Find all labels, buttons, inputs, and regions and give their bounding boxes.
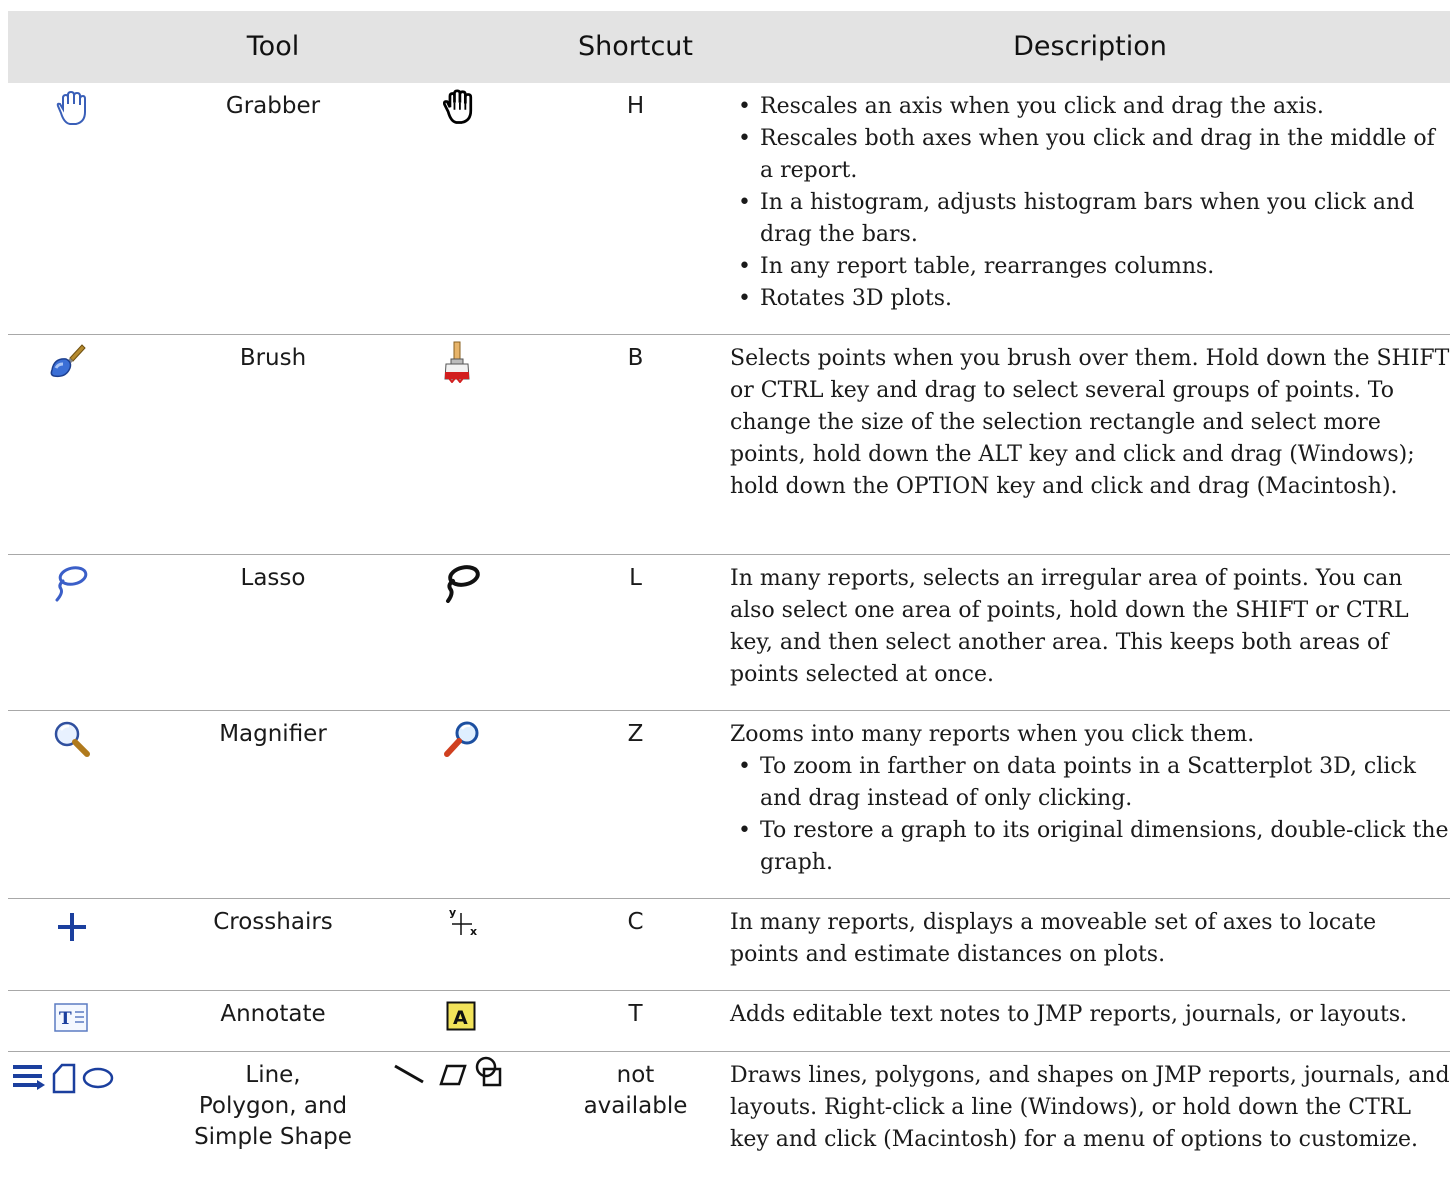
description-bullet: In any report table, rearranges columns. bbox=[730, 251, 1450, 283]
shortcut-key: Z bbox=[627, 721, 644, 747]
description-text: In many reports, selects an irregular ar… bbox=[730, 566, 1409, 687]
description: Selects points when you brush over them.… bbox=[730, 343, 1450, 503]
table-row: Line, Polygon, and Simple Shape not avai… bbox=[8, 1052, 1450, 1202]
description-bullet: In a histogram, adjusts histogram bars w… bbox=[730, 187, 1450, 251]
tool-name: Brush bbox=[239, 345, 307, 371]
table-row: Grabber H Rescales an axis when you clic… bbox=[8, 83, 1450, 335]
description: In many reports, displays a moveable set… bbox=[730, 907, 1450, 971]
tool-name: Line, Polygon, and Simple Shape bbox=[194, 1062, 352, 1150]
header-shortcut: Shortcut bbox=[577, 31, 693, 62]
table-row: Lasso L In many reports, selects an irre… bbox=[8, 555, 1450, 711]
table-row: T Annotate A T Adds editable text notes … bbox=[8, 991, 1450, 1052]
svg-text:x: x bbox=[470, 925, 477, 938]
description: Rescales an axis when you click and drag… bbox=[730, 91, 1450, 315]
description: Zooms into many reports when you click t… bbox=[730, 719, 1450, 879]
shortcut-key: C bbox=[627, 909, 644, 935]
description-bullet: Rotates 3D plots. bbox=[730, 283, 1450, 315]
shortcut-key: T bbox=[628, 1001, 643, 1027]
description: Adds editable text notes to JMP reports,… bbox=[730, 999, 1450, 1031]
description-bullet: To restore a graph to its original dimen… bbox=[730, 815, 1450, 879]
shortcut-key: L bbox=[629, 565, 642, 591]
svg-text:A: A bbox=[453, 1007, 468, 1029]
tools-table: Tool Shortcut Description Grabber H Resc… bbox=[8, 11, 1450, 1202]
table-row: Magnifier Z Zooms into many reports when… bbox=[8, 711, 1450, 899]
svg-text:T: T bbox=[59, 1009, 72, 1029]
table-row: Crosshairs y x C In many reports, displa… bbox=[8, 899, 1450, 991]
shortcut-key: B bbox=[627, 345, 644, 371]
table-header: Tool Shortcut Description bbox=[8, 11, 1450, 83]
header-tool: Tool bbox=[246, 31, 300, 62]
description-bullet: Rescales an axis when you click and drag… bbox=[730, 91, 1450, 123]
description-text: Draws lines, polygons, and shapes on JMP… bbox=[730, 1063, 1450, 1152]
description-bullet: Rescales both axes when you click and dr… bbox=[730, 123, 1450, 187]
svg-text:y: y bbox=[449, 906, 456, 919]
shortcut-key: H bbox=[626, 93, 645, 119]
header-description: Description bbox=[1013, 31, 1167, 62]
description: Draws lines, polygons, and shapes on JMP… bbox=[730, 1060, 1450, 1156]
description-text: Adds editable text notes to JMP reports,… bbox=[730, 1002, 1408, 1027]
description-text: Zooms into many reports when you click t… bbox=[730, 722, 1255, 747]
tool-name: Lasso bbox=[240, 565, 306, 591]
description-text: Selects points when you brush over them.… bbox=[730, 346, 1450, 499]
table-row: Brush B Selects points when you brush ov… bbox=[8, 335, 1450, 555]
tool-name: Crosshairs bbox=[213, 909, 333, 935]
tool-name: Magnifier bbox=[219, 721, 327, 747]
tool-name: Annotate bbox=[220, 1001, 326, 1027]
description-text: In many reports, displays a moveable set… bbox=[730, 910, 1377, 967]
description-bullet: To zoom in farther on data points in a S… bbox=[730, 751, 1450, 815]
description: In many reports, selects an irregular ar… bbox=[730, 563, 1450, 691]
shortcut-key: not available bbox=[583, 1062, 688, 1119]
tool-name: Grabber bbox=[225, 93, 321, 119]
